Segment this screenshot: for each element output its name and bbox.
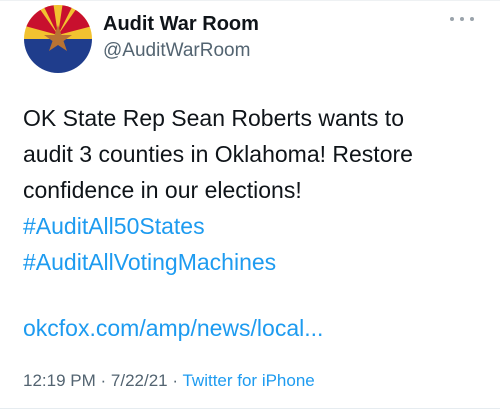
meta-separator: ·: [172, 371, 179, 390]
more-options-icon[interactable]: [450, 14, 474, 24]
arizona-flag-avatar-icon: [24, 5, 92, 73]
tweet-meta: 12:19 PM · 7/22/21 · Twitter for iPhone: [23, 369, 315, 393]
top-border: [0, 0, 500, 1]
tweet-text-line: OK State Rep Sean Roberts wants to: [23, 105, 404, 131]
tweet-source[interactable]: Twitter for iPhone: [182, 371, 314, 390]
dot: [450, 17, 454, 21]
tweet-time[interactable]: 12:19 PM: [23, 371, 96, 390]
avatar[interactable]: [24, 5, 92, 73]
display-name[interactable]: Audit War Room: [103, 12, 259, 36]
tweet-text-line: audit 3 counties in Oklahoma! Restore: [23, 141, 413, 167]
article-link[interactable]: okcfox.com/amp/news/local...: [23, 310, 323, 346]
tweet-text: OK State Rep Sean Roberts wants to audit…: [23, 100, 483, 280]
tweet-date[interactable]: 7/22/21: [111, 371, 168, 390]
hashtag-link[interactable]: #AuditAllVotingMachines: [23, 244, 483, 280]
tweet-card: Audit War Room @AuditWarRoom OK State Re…: [0, 0, 500, 414]
hashtag-link[interactable]: #AuditAll50States: [23, 208, 483, 244]
dot: [460, 17, 464, 21]
user-handle[interactable]: @AuditWarRoom: [103, 39, 250, 63]
dot: [470, 17, 474, 21]
divider: [0, 408, 500, 409]
tweet-text-line: confidence in our elections!: [23, 177, 302, 203]
meta-separator: ·: [100, 371, 107, 390]
